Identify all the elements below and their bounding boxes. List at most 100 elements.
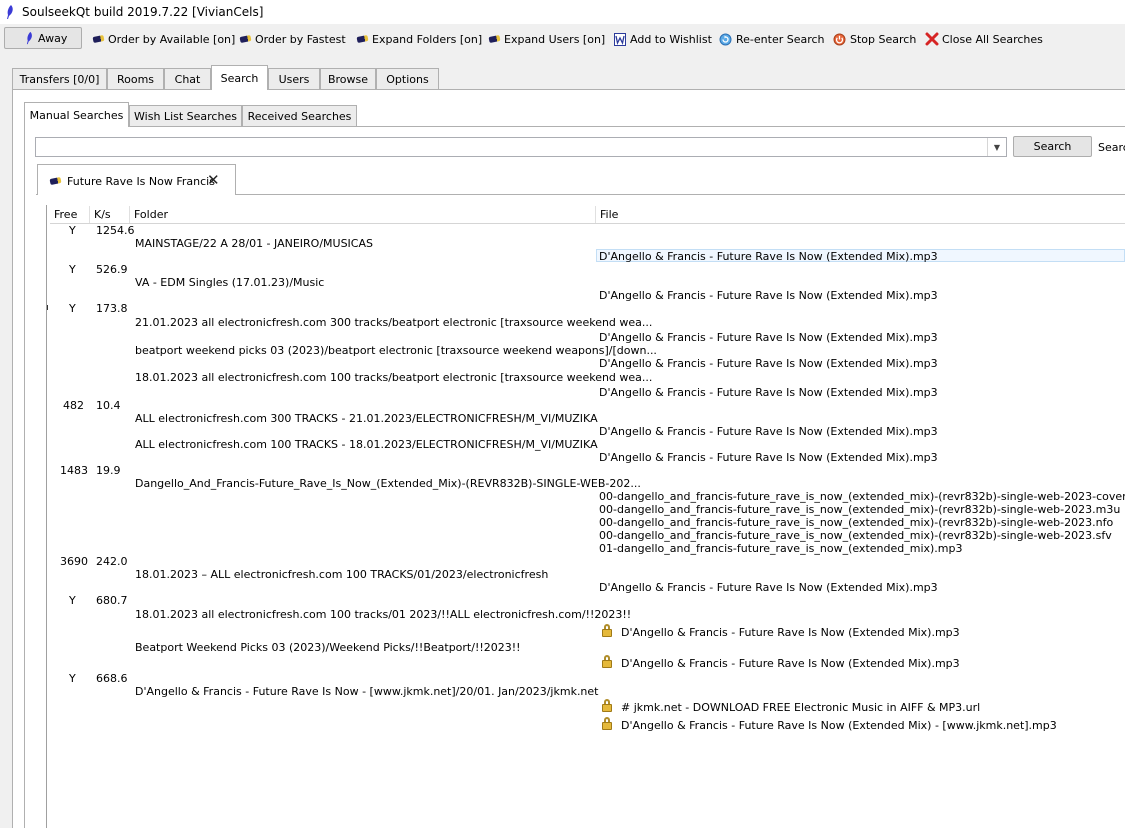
tab-users[interactable]: Users xyxy=(268,68,320,90)
file-value[interactable]: D'Angello & Francis - Future Rave Is Now… xyxy=(621,719,1057,732)
file-value[interactable]: D'Angello & Francis - Future Rave Is Now… xyxy=(599,425,938,438)
search-overflow-label: Searc xyxy=(1098,141,1125,154)
away-label: Away xyxy=(38,32,68,45)
file-value[interactable]: D'Angello & Francis - Future Rave Is Now… xyxy=(599,250,938,263)
tab-search[interactable]: Search xyxy=(211,65,268,90)
pen-icon xyxy=(49,176,62,186)
column-header-folder[interactable]: Folder xyxy=(130,206,596,223)
refresh-icon xyxy=(719,33,732,45)
title-bar: SoulseekQt build 2019.7.22 [VivianCels] xyxy=(0,0,1125,24)
search-button[interactable]: Search xyxy=(1013,136,1092,157)
order-by-fastest-button[interactable]: Order by Fastest xyxy=(239,28,346,50)
pen-icon xyxy=(239,34,252,44)
tab-search-label: Search xyxy=(220,71,259,85)
stop-search-button[interactable]: Stop Search xyxy=(833,28,916,50)
folder-value[interactable]: 18.01.2023 all electronicfresh.com 100 t… xyxy=(135,608,631,621)
folder-value[interactable]: MAINSTAGE/22 A 28/01 - JANEIRO/MUSICAS xyxy=(135,237,373,250)
speed-value: 680.7 xyxy=(96,594,128,607)
close-icon[interactable]: ✕ xyxy=(207,171,220,189)
tab-received-searches-label: Received Searches xyxy=(247,110,352,123)
file-value[interactable]: 00-dangello_and_francis-future_rave_is_n… xyxy=(599,490,1125,503)
result-tab[interactable]: Future Rave Is Now Francis ✕ xyxy=(37,164,236,195)
row-marker xyxy=(47,305,48,310)
free-value: Y xyxy=(69,302,76,315)
tab-wish-list-searches-label: Wish List Searches xyxy=(134,110,237,123)
wishlist-icon xyxy=(614,32,626,46)
free-value: 482 xyxy=(63,399,84,412)
file-value[interactable]: D'Angello & Francis - Future Rave Is Now… xyxy=(599,331,938,344)
folder-value[interactable]: 18.01.2023 – ALL electronicfresh.com 100… xyxy=(135,568,548,581)
speed-value: 1254.6 xyxy=(96,224,135,237)
speed-value: 19.9 xyxy=(96,464,121,477)
file-value[interactable]: 00-dangello_and_francis-future_rave_is_n… xyxy=(599,529,1112,542)
order-by-available-label: Order by Available [on] xyxy=(108,32,236,46)
file-value[interactable]: 00-dangello_and_francis-future_rave_is_n… xyxy=(599,516,1113,529)
folder-value[interactable]: 21.01.2023 all electronicfresh.com 300 t… xyxy=(135,316,652,329)
add-to-wishlist-button[interactable]: Add to Wishlist xyxy=(614,28,712,50)
away-button[interactable]: Away xyxy=(4,27,82,49)
stop-search-label: Stop Search xyxy=(850,32,917,46)
stop-icon xyxy=(833,33,846,45)
pen-icon xyxy=(356,34,369,44)
tab-chat[interactable]: Chat xyxy=(164,68,211,90)
file-value[interactable]: D'Angello & Francis - Future Rave Is Now… xyxy=(621,626,960,639)
folder-value[interactable]: Dangello_And_Francis-Future_Rave_Is_Now_… xyxy=(135,477,641,490)
close-all-searches-label: Close All Searches xyxy=(942,32,1043,46)
expand-users-button[interactable]: Expand Users [on] xyxy=(488,28,606,50)
file-value[interactable]: 01-dangello_and_francis-future_rave_is_n… xyxy=(599,542,963,555)
tab-options-label: Options xyxy=(386,73,429,86)
column-header-file[interactable]: File xyxy=(596,206,1125,223)
re-enter-search-label: Re-enter Search xyxy=(736,32,825,46)
column-header-speed[interactable]: K/s xyxy=(90,206,130,223)
file-value[interactable]: D'Angello & Francis - Future Rave Is Now… xyxy=(599,581,938,594)
file-value[interactable]: D'Angello & Francis - Future Rave Is Now… xyxy=(599,451,938,464)
tab-rooms[interactable]: Rooms xyxy=(107,68,164,90)
tab-users-label: Users xyxy=(278,73,310,86)
folder-value[interactable]: VA - EDM Singles (17.01.23)/Music xyxy=(135,276,324,289)
expand-folders-button[interactable]: Expand Folders [on] xyxy=(356,28,482,50)
tab-options[interactable]: Options xyxy=(376,68,439,90)
folder-value[interactable]: 18.01.2023 all electronicfresh.com 100 t… xyxy=(135,371,652,384)
order-by-available-button[interactable]: Order by Available [on] xyxy=(92,28,236,50)
close-all-searches-button[interactable]: Close All Searches xyxy=(925,28,1043,50)
tab-browse[interactable]: Browse xyxy=(320,68,376,90)
lock-icon xyxy=(602,699,612,712)
folder-value[interactable]: D'Angello & Francis - Future Rave Is Now… xyxy=(135,685,599,698)
folder-value[interactable]: ALL electronicfresh.com 100 TRACKS - 18.… xyxy=(135,438,598,451)
speed-value: 526.9 xyxy=(96,263,128,276)
folder-value[interactable]: beatport weekend picks 03 (2023)/beatpor… xyxy=(135,344,657,357)
file-value[interactable]: D'Angello & Francis - Future Rave Is Now… xyxy=(621,657,960,670)
tab-manual-searches[interactable]: Manual Searches xyxy=(24,102,129,127)
file-value[interactable]: D'Angello & Francis - Future Rave Is Now… xyxy=(599,386,938,399)
re-enter-search-button[interactable]: Re-enter Search xyxy=(719,28,825,50)
free-value: Y xyxy=(69,594,76,607)
file-value[interactable]: # jkmk.net - DOWNLOAD FREE Electronic Mu… xyxy=(621,701,980,714)
pen-icon xyxy=(488,34,501,44)
free-value: 1483 xyxy=(60,464,88,477)
tab-manual-searches-label: Manual Searches xyxy=(29,108,124,122)
file-value[interactable]: D'Angello & Francis - Future Rave Is Now… xyxy=(599,357,938,370)
toolbar: Away Order by Available [on] Order by Fa… xyxy=(0,24,1125,55)
search-input[interactable]: ▼ xyxy=(35,137,1007,157)
column-header-free[interactable]: Free xyxy=(50,206,90,223)
expand-users-label: Expand Users [on] xyxy=(504,32,606,46)
red-x-icon xyxy=(925,32,939,46)
result-tab-label: Future Rave Is Now Francis xyxy=(67,175,215,188)
tab-chat-label: Chat xyxy=(174,73,201,86)
file-value[interactable]: 00-dangello_and_francis-future_rave_is_n… xyxy=(599,503,1120,516)
free-value: Y xyxy=(69,263,76,276)
folder-value[interactable]: ALL electronicfresh.com 300 TRACKS - 21.… xyxy=(135,412,598,425)
tab-transfers[interactable]: Transfers [0/0] xyxy=(12,68,107,90)
speed-value: 173.8 xyxy=(96,302,128,315)
tab-received-searches[interactable]: Received Searches xyxy=(242,105,357,127)
folder-value[interactable]: Beatport Weekend Picks 03 (2023)/Weekend… xyxy=(135,641,521,654)
tab-transfers-label: Transfers [0/0] xyxy=(19,73,100,86)
tab-browse-label: Browse xyxy=(327,73,369,86)
feather-icon xyxy=(7,5,13,19)
chevron-down-icon[interactable]: ▼ xyxy=(987,138,1006,156)
tab-wish-list-searches[interactable]: Wish List Searches xyxy=(129,105,242,127)
free-value: Y xyxy=(69,672,76,685)
free-value: 3690 xyxy=(60,555,88,568)
file-value[interactable]: D'Angello & Francis - Future Rave Is Now… xyxy=(599,289,938,302)
add-to-wishlist-label: Add to Wishlist xyxy=(630,32,712,46)
